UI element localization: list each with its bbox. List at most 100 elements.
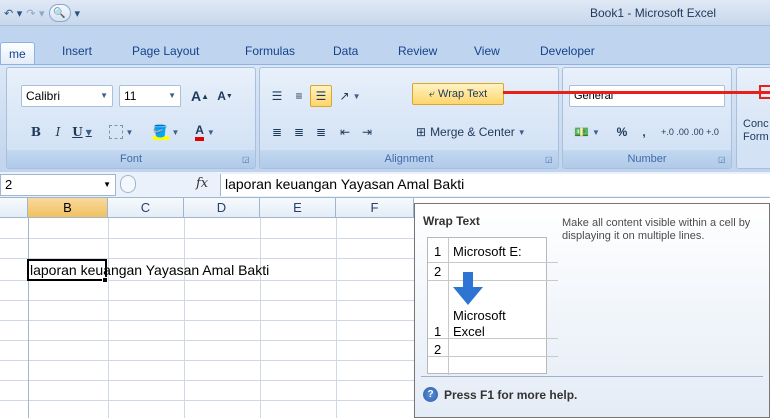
column-header-c[interactable]: C <box>108 198 184 218</box>
wrap-text-button[interactable]: ⤶ Wrap Text <box>412 83 504 105</box>
alignment-group: ☰ ≡ ☰ ↗ ▼ ⤶ Wrap Text ≣ ≣ ≣ ⇤ ⇥ ⊞ Merge & C… <box>259 67 559 169</box>
font-color-label: A <box>195 123 204 141</box>
increase-decimal-button[interactable]: +.0 .00 <box>661 121 689 143</box>
orientation-icon[interactable]: ↗ ▼ <box>334 85 366 107</box>
dialog-launcher-icon[interactable]: ◲ <box>718 155 728 165</box>
print-preview-icon[interactable]: 🔍 <box>48 4 71 22</box>
comma-button[interactable]: , <box>635 121 653 143</box>
name-box[interactable]: 2 ▼ <box>0 174 116 196</box>
example-row-number: 2 <box>434 264 442 279</box>
align-right-icon[interactable]: ≣ <box>310 121 332 143</box>
align-top-icon[interactable]: ☰ <box>266 85 288 107</box>
percent-button[interactable]: % <box>611 121 633 143</box>
tab-review[interactable]: Review <box>398 44 437 58</box>
styles-group: Conc Form <box>736 67 770 169</box>
increase-indent-icon[interactable]: ⇥ <box>356 121 378 143</box>
font-group: Calibri ▼ 11 ▼ A ▲ A ▼ B I U ▼ ▼ 🪣 ▼ A ▼ Font… <box>6 67 256 169</box>
font-color-button[interactable]: A ▼ <box>187 121 223 143</box>
wrap-text-tooltip: Wrap Text Make all content visible withi… <box>414 203 770 418</box>
merge-center-label: Merge & Center <box>430 125 515 139</box>
column-line <box>28 218 29 418</box>
example-cell-text: Microsoft <box>453 308 506 323</box>
align-left-icon[interactable]: ≣ <box>266 121 288 143</box>
example-divider <box>448 238 449 375</box>
decrease-indent-icon[interactable]: ⇤ <box>334 121 356 143</box>
ribbon: Calibri ▼ 11 ▼ A ▲ A ▼ B I U ▼ ▼ 🪣 ▼ A ▼ Font… <box>0 64 770 172</box>
column-header-b[interactable]: B <box>28 198 108 218</box>
insert-function-icon[interactable]: fx <box>196 176 208 191</box>
accounting-format-button[interactable]: 💵 ▼ <box>569 121 605 143</box>
wrap-text-example: 1 Microsoft E: 2 Microsoft 1 Excel 2 <box>427 237 558 375</box>
example-row-line <box>428 280 558 281</box>
number-format-select[interactable]: General <box>569 85 725 107</box>
italic-button[interactable]: I <box>47 121 69 143</box>
redo-icon[interactable]: ↷ ▾ <box>26 7 44 20</box>
fill-color-button[interactable]: 🪣 ▼ <box>147 121 185 143</box>
column-line <box>108 218 109 418</box>
tab-home[interactable]: me <box>0 42 35 64</box>
example-cell-text: Microsoft E: <box>453 244 522 259</box>
number-group: General 💵 ▼ % , +.0 .00 .00 +.0 Number ◲ <box>562 67 732 169</box>
borders-button[interactable]: ▼ <box>103 121 139 143</box>
column-line <box>336 218 337 418</box>
tab-developer[interactable]: Developer <box>540 44 595 58</box>
undo-icon[interactable]: ↶ ▾ <box>4 7 22 20</box>
font-name-value: Calibri <box>26 89 61 103</box>
dialog-launcher-icon[interactable]: ◲ <box>242 155 252 165</box>
column-header-e[interactable]: E <box>260 198 336 218</box>
column-line <box>184 218 185 418</box>
help-icon: ? <box>423 387 438 402</box>
align-middle-icon[interactable]: ≡ <box>288 85 310 107</box>
underline-label: U <box>72 125 83 139</box>
merge-center-button[interactable]: ⊞ Merge & Center ▼ <box>412 121 552 143</box>
formula-input[interactable]: laporan keuangan Yayasan Amal Bakti <box>220 174 770 196</box>
annotation-line <box>503 91 770 94</box>
formula-bar-divider <box>120 175 136 193</box>
grow-font-button[interactable]: A ▲ <box>187 85 213 107</box>
column-header-d[interactable]: D <box>184 198 260 218</box>
example-row-number: 2 <box>434 342 442 357</box>
align-center-icon[interactable]: ≣ <box>288 121 310 143</box>
column-header-f[interactable]: F <box>336 198 414 218</box>
chevron-down-icon: ▼ <box>168 91 176 100</box>
column-header-a[interactable] <box>0 198 28 218</box>
tab-insert[interactable]: Insert <box>62 44 92 58</box>
window-title: Book1 - Microsoft Excel <box>590 6 717 20</box>
tooltip-divider <box>421 376 763 377</box>
arrow-down-icon <box>453 272 483 305</box>
ribbon-tabs <box>0 26 770 68</box>
tab-formulas[interactable]: Formulas <box>245 44 295 58</box>
tooltip-help: ? Press F1 for more help. <box>423 387 577 402</box>
tab-data[interactable]: Data <box>333 44 358 58</box>
tab-page-layout[interactable]: Page Layout <box>132 44 199 58</box>
dialog-launcher-icon[interactable]: ◲ <box>545 155 555 165</box>
active-cell[interactable] <box>27 259 107 281</box>
wrap-text-label: Wrap Text <box>438 88 488 100</box>
shrink-font-button[interactable]: A ▼ <box>213 85 237 107</box>
align-bottom-icon[interactable]: ☰ <box>310 85 332 107</box>
chevron-down-icon: ▼ <box>100 91 108 100</box>
font-name-select[interactable]: Calibri ▼ <box>21 85 113 107</box>
fill-bucket-icon: 🪣 <box>152 124 169 140</box>
tab-view[interactable]: View <box>474 44 500 58</box>
customize-qat-icon[interactable]: ▾ <box>75 7 81 20</box>
example-row-line <box>428 338 558 339</box>
number-group-label: Number <box>563 150 731 168</box>
column-line <box>260 218 261 418</box>
chevron-down-icon: ▼ <box>592 127 600 137</box>
underline-button[interactable]: U ▼ <box>69 121 95 143</box>
chevron-down-icon: ▼ <box>125 127 134 137</box>
conditional-formatting-button[interactable]: Conc Form <box>743 118 770 144</box>
decrease-decimal-button[interactable]: .00 +.0 <box>691 121 719 143</box>
fill-handle[interactable] <box>102 277 108 283</box>
chevron-down-icon: ▼ <box>517 127 526 137</box>
grow-font-label: A <box>190 88 202 104</box>
font-size-select[interactable]: 11 ▼ <box>119 85 181 107</box>
bold-button[interactable]: B <box>25 121 47 143</box>
annotation-bracket <box>759 85 770 99</box>
currency-icon: 💵 <box>574 125 590 139</box>
tooltip-help-text: Press F1 for more help. <box>444 387 578 402</box>
wrap-text-icon: ⤶ <box>428 87 436 100</box>
tooltip-title: Wrap Text <box>423 214 480 228</box>
chevron-down-icon: ▼ <box>352 91 361 101</box>
